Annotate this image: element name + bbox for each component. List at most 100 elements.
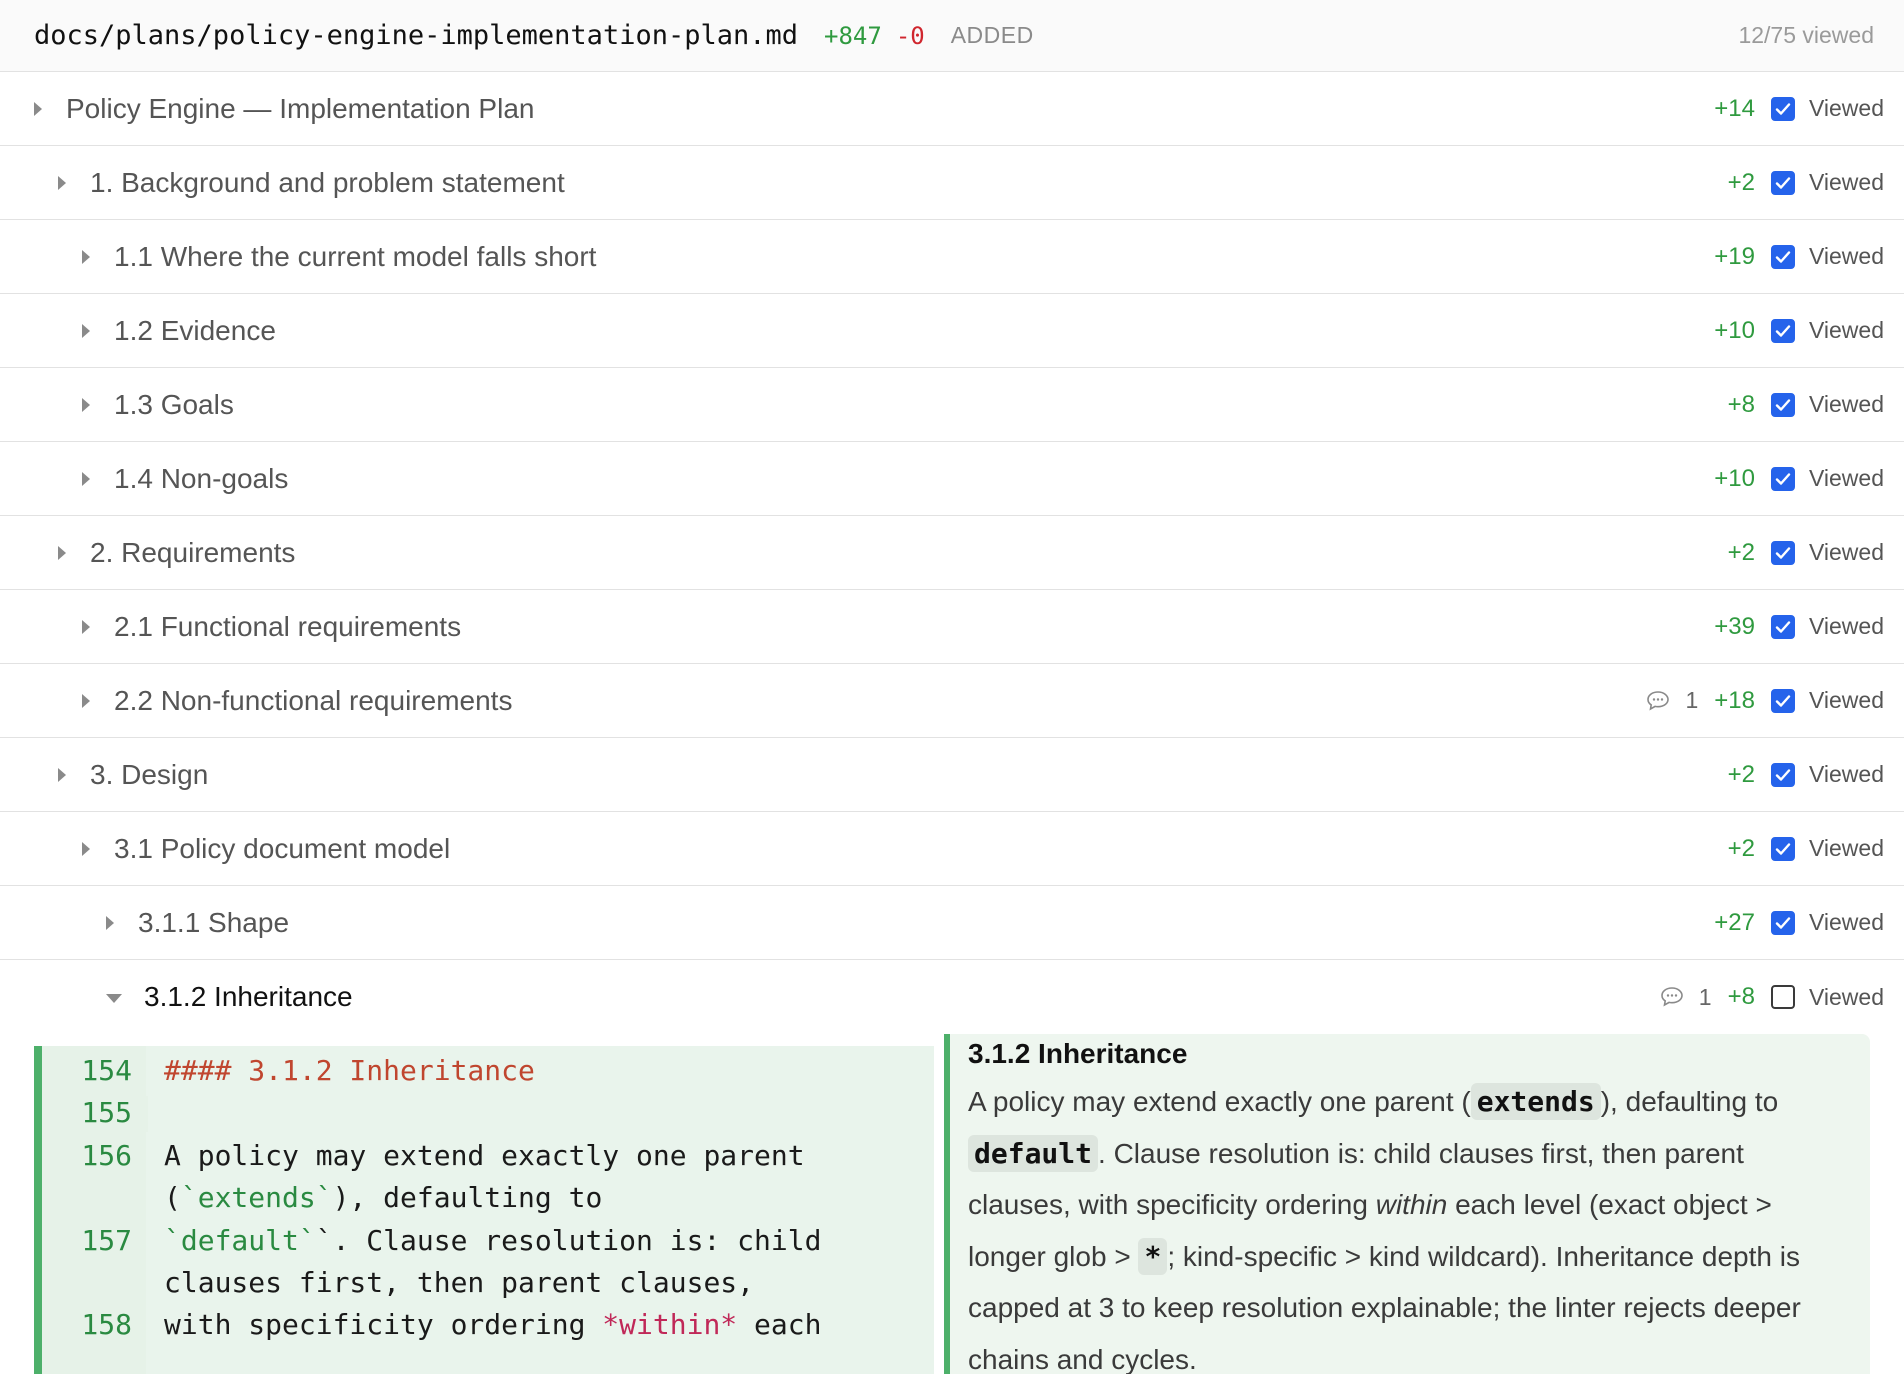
comment-icon[interactable] [1645, 689, 1671, 713]
code-text: with specificity ordering [164, 1308, 603, 1341]
viewed-label[interactable]: Viewed [1809, 243, 1884, 270]
viewed-label[interactable]: Viewed [1809, 539, 1884, 566]
section-row[interactable]: 1.1 Where the current model falls short +… [0, 220, 1904, 294]
code-text: each [737, 1308, 822, 1341]
section-list: Policy Engine — Implementation Plan +14 Vi… [0, 72, 1904, 1034]
preview-text: A policy may extend exactly one parent ( [968, 1086, 1471, 1117]
chevron-right-icon[interactable] [82, 619, 90, 634]
expanded-section-content: 154 155 156 157 158 #### 3.1.2 Inheritan… [0, 1034, 1904, 1374]
chevron-right-icon[interactable] [82, 471, 90, 486]
section-title: Policy Engine — Implementation Plan [66, 92, 535, 124]
viewed-label[interactable]: Viewed [1809, 317, 1884, 344]
checkmark-icon [1775, 398, 1791, 411]
section-row[interactable]: Policy Engine — Implementation Plan +14 Vi… [0, 72, 1904, 146]
comment-icon[interactable] [1659, 985, 1685, 1009]
rendered-preview-pane: 3.1.2 Inheritance A policy may extend ex… [944, 1034, 1870, 1374]
chevron-down-icon[interactable] [106, 993, 122, 1003]
viewed-checkbox[interactable] [1770, 836, 1795, 861]
chevron-right-icon[interactable] [82, 249, 90, 264]
markdown-heading-token: #### 3.1.2 Inheritance [164, 1054, 535, 1087]
section-row[interactable]: 2. Requirements +2 Viewed [0, 516, 1904, 590]
section-row[interactable]: 1.3 Goals +8 Viewed [0, 368, 1904, 442]
chevron-right-icon[interactable] [82, 323, 90, 338]
viewed-checkbox[interactable] [1770, 466, 1795, 491]
section-row[interactable]: 2.2 Non-functional requirements 1 +18 Viewe… [0, 664, 1904, 738]
viewed-checkbox[interactable] [1770, 318, 1795, 343]
code-line[interactable]: (`extends`), defaulting to [164, 1181, 602, 1214]
viewed-checkbox[interactable] [1770, 540, 1795, 565]
file-status-badge: ADDED [950, 22, 1034, 48]
section-meta: +10 Viewed [1714, 465, 1884, 493]
section-title: 1.3 Goals [114, 388, 234, 420]
file-header: docs/plans/policy-engine-implementation-… [0, 0, 1904, 72]
preview-emphasis: within [1375, 1189, 1448, 1220]
chevron-right-icon[interactable] [34, 101, 42, 116]
viewed-label[interactable]: Viewed [1809, 95, 1884, 122]
chevron-right-icon[interactable] [106, 915, 114, 930]
additions-count: +10 [1714, 464, 1755, 492]
line-number[interactable]: 154 [81, 1054, 132, 1087]
viewed-checkbox[interactable] [1770, 614, 1795, 639]
viewed-checkbox[interactable] [1770, 96, 1795, 121]
emphasis-token: *within* [602, 1308, 738, 1341]
code-line[interactable]: A policy may extend exactly one parent [164, 1139, 805, 1172]
viewed-checkbox[interactable] [1770, 392, 1795, 417]
added-indicator-bar [34, 1046, 42, 1374]
section-meta: +2 Viewed [1728, 539, 1884, 567]
chevron-right-icon[interactable] [58, 767, 66, 782]
viewed-checkbox[interactable] [1770, 688, 1795, 713]
code-line[interactable]: with specificity ordering *within* each [164, 1308, 821, 1341]
chevron-right-icon[interactable] [82, 841, 90, 856]
gutter-divider [146, 1096, 148, 1132]
section-row[interactable]: 3. Design +2 Viewed [0, 738, 1904, 812]
viewed-label[interactable]: Viewed [1809, 984, 1884, 1011]
viewed-label[interactable]: Viewed [1809, 613, 1884, 640]
section-row[interactable]: 1. Background and problem statement +2 Vie… [0, 146, 1904, 220]
section-meta: +2 Viewed [1728, 169, 1884, 197]
viewed-label[interactable]: Viewed [1809, 169, 1884, 196]
section-title: 1.4 Non-goals [114, 462, 289, 494]
section-meta: +27 Viewed [1714, 909, 1884, 937]
chevron-right-icon[interactable] [82, 693, 90, 708]
section-title: 3.1.2 Inheritance [144, 981, 353, 1012]
additions-count: +2 [1727, 538, 1755, 566]
viewed-checkbox[interactable] [1770, 170, 1795, 195]
section-title: 2. Requirements [90, 536, 296, 568]
viewed-checkbox[interactable] [1770, 985, 1795, 1009]
section-row[interactable]: 3.1 Policy document model +2 Viewed [0, 812, 1904, 886]
viewed-label[interactable]: Viewed [1809, 761, 1884, 788]
line-number[interactable]: 158 [81, 1308, 132, 1341]
viewed-checkbox[interactable] [1770, 762, 1795, 787]
section-title: 3. Design [90, 758, 209, 790]
viewed-label[interactable]: Viewed [1809, 687, 1884, 714]
file-path[interactable]: docs/plans/policy-engine-implementation-… [34, 20, 798, 51]
additions-count: +18 [1714, 686, 1755, 714]
viewed-label[interactable]: Viewed [1809, 835, 1884, 862]
chevron-right-icon[interactable] [58, 175, 66, 190]
code-line[interactable]: #### 3.1.2 Inheritance [164, 1054, 535, 1087]
code-line[interactable]: `default``. Clause resolution is: child [164, 1224, 821, 1257]
viewed-checkbox[interactable] [1770, 244, 1795, 269]
section-row[interactable]: 3.1.2 Inheritance 1 +8 Viewed [0, 960, 1904, 1034]
code-text: `. Clause resolution is: child [315, 1224, 822, 1257]
code-text: ( [164, 1181, 181, 1214]
viewed-checkbox[interactable] [1770, 910, 1795, 935]
checkmark-icon [1775, 102, 1791, 115]
viewed-label[interactable]: Viewed [1809, 465, 1884, 492]
chevron-right-icon[interactable] [82, 397, 90, 412]
added-indicator-bar [944, 1034, 950, 1374]
section-row[interactable]: 2.1 Functional requirements +39 Viewed [0, 590, 1904, 664]
viewed-label[interactable]: Viewed [1809, 909, 1884, 936]
section-row[interactable]: 3.1.1 Shape +27 Viewed [0, 886, 1904, 960]
line-number[interactable]: 156 [81, 1139, 132, 1172]
section-row[interactable]: 1.4 Non-goals +10 Viewed [0, 442, 1904, 516]
section-meta: +19 Viewed [1714, 243, 1884, 271]
section-row[interactable]: 1.2 Evidence +10 Viewed [0, 294, 1904, 368]
section-title: 2.1 Functional requirements [114, 610, 462, 642]
code-line[interactable]: clauses first, then parent clauses, [164, 1266, 754, 1299]
viewed-label[interactable]: Viewed [1809, 391, 1884, 418]
chevron-right-icon[interactable] [58, 545, 66, 560]
checkmark-icon [1775, 472, 1791, 485]
line-number[interactable]: 155 [81, 1096, 132, 1129]
line-number[interactable]: 157 [81, 1224, 132, 1257]
